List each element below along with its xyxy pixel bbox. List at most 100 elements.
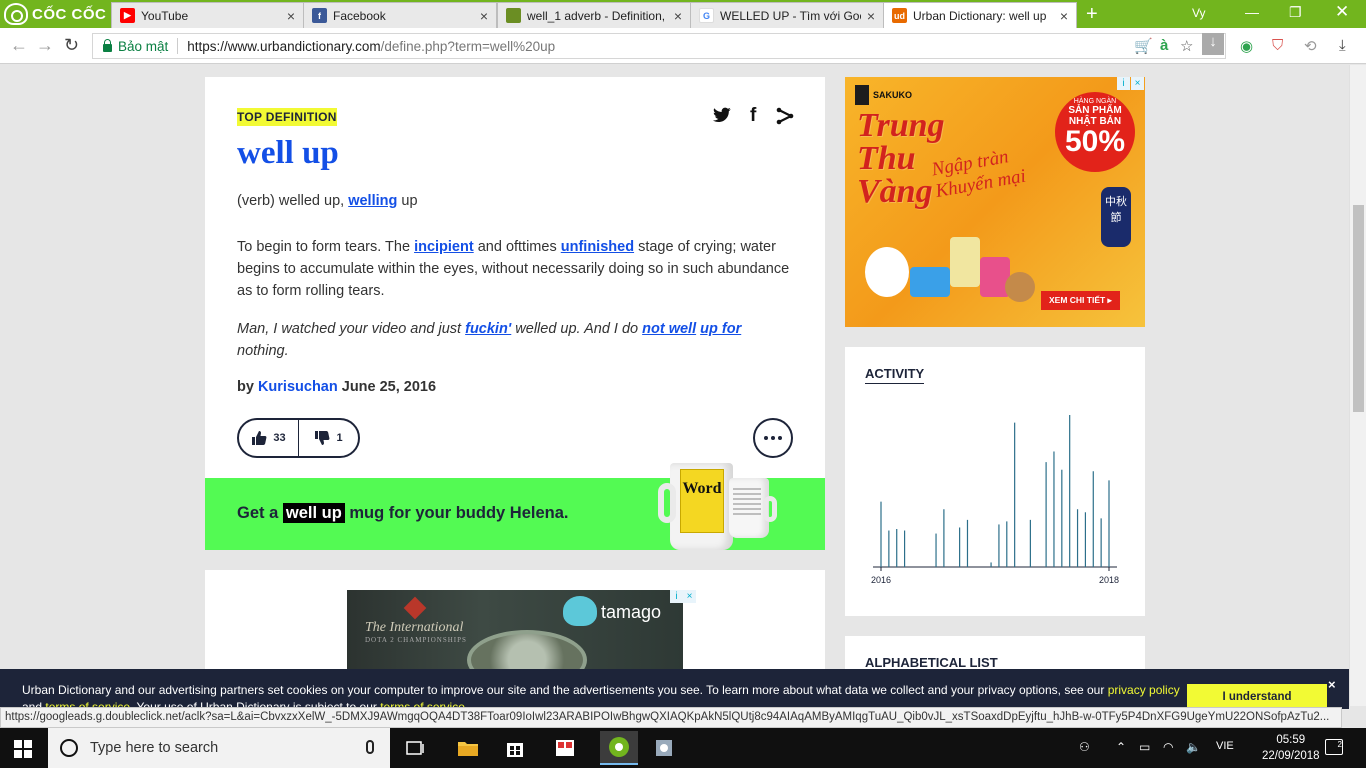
dota-ad-banner[interactable]: The International DOTA 2 CHAMPIONSHIPS t… (347, 590, 683, 690)
people-icon[interactable]: ⚇ (1079, 740, 1090, 754)
oxford-icon (506, 8, 521, 23)
action-center-button[interactable]: 2 (1325, 739, 1343, 755)
adblock-icon[interactable]: ⛉ (1272, 37, 1283, 54)
store-button[interactable] (501, 734, 529, 762)
coccoc-taskbar-button[interactable] (600, 731, 638, 765)
author-link[interactable]: Kurisuchan (258, 379, 338, 395)
bookmark-star-icon[interactable]: ☆ (1180, 37, 1193, 55)
mug-back-image[interactable] (729, 478, 777, 538)
reload-button[interactable]: ↻ (64, 35, 79, 56)
ad-close-icon[interactable]: × (1131, 77, 1144, 90)
toy-dog-image (1005, 272, 1035, 302)
link-fuckin[interactable]: fuckin' (465, 321, 511, 337)
extension-icon[interactable]: ◉ (1240, 37, 1253, 55)
more-dot (771, 436, 775, 440)
close-icon[interactable]: × (867, 8, 875, 24)
download-button[interactable]: ↓ (1202, 33, 1224, 55)
privacy-policy-link[interactable]: privacy policy (1108, 683, 1180, 697)
close-icon[interactable]: × (1060, 8, 1068, 24)
forward-button[interactable]: → (36, 35, 54, 56)
upvote-button[interactable]: 33 (239, 420, 298, 456)
address-bar[interactable]: Bảo mật https://www.urbandictionary.com … (92, 33, 1226, 59)
coccoc-logo[interactable]: CỐC CỐC (0, 0, 110, 28)
lock-icon (103, 39, 112, 52)
tab-google[interactable]: G WELLED UP - Tìm với Goog × (690, 2, 884, 28)
extension-icon[interactable]: ⟲ (1304, 37, 1317, 55)
start-button[interactable] (14, 740, 32, 758)
back-button[interactable]: ← (10, 35, 28, 56)
link-incipient[interactable]: incipient (414, 239, 474, 255)
clock[interactable]: 05:59 22/09/2018 (1262, 732, 1320, 764)
task-view-button[interactable] (402, 734, 430, 762)
close-icon[interactable]: × (674, 8, 682, 24)
microphone-icon[interactable] (366, 740, 374, 754)
tab-oxford[interactable]: well_1 adverb - Definition, × (497, 2, 691, 28)
ad-info-icon[interactable]: i (1117, 77, 1130, 90)
definition-date: June 25, 2016 (341, 379, 437, 395)
language-indicator[interactable]: VIE (1216, 740, 1234, 752)
alphabetical-list-title: ALPHABETICAL LIST (865, 655, 998, 670)
mug-image[interactable]: Word (658, 463, 733, 550)
restore-button[interactable]: ❐ (1289, 4, 1302, 21)
xem-chi-tiet-button[interactable]: XEM CHI TIẾT ▸ (1041, 291, 1120, 310)
ad-info-icon[interactable]: i (670, 590, 683, 603)
tab-label: Facebook (333, 8, 386, 23)
search-placeholder: Type here to search (90, 740, 219, 756)
ad-close-icon[interactable]: × (683, 590, 696, 603)
link-welling[interactable]: welling (348, 193, 397, 209)
close-window-button[interactable]: ✕ (1335, 2, 1349, 22)
wifi-icon[interactable]: ◠ (1163, 740, 1173, 754)
shopping-cart-icon[interactable]: 🛒 (1134, 37, 1153, 55)
app-button[interactable] (650, 734, 678, 762)
more-options-button[interactable] (753, 418, 793, 458)
share-icon[interactable] (776, 107, 794, 130)
tab-facebook[interactable]: f Facebook × (303, 2, 497, 28)
top-definition-label: TOP DEFINITION (237, 108, 337, 126)
app-button[interactable] (551, 734, 579, 762)
chevron-up-icon[interactable]: ⌃ (1116, 740, 1126, 754)
definition-word[interactable]: well up (237, 135, 339, 172)
close-icon[interactable]: × (480, 8, 488, 24)
translate-icon[interactable]: à (1160, 37, 1168, 54)
badge-percent: 50% (1064, 125, 1126, 158)
windows-logo-icon (14, 750, 22, 758)
brand-name: CỐC CỐC (32, 5, 107, 23)
battery-icon[interactable]: ▭ (1139, 740, 1150, 754)
tab-urban-dictionary[interactable]: ud Urban Dictionary: well up × (883, 2, 1077, 28)
close-icon[interactable]: × (287, 8, 295, 24)
new-tab-button[interactable]: + (1086, 3, 1098, 26)
link-status-bar: https://googleads.g.doubleclick.net/aclk… (0, 707, 1342, 728)
downloads-icon[interactable]: ⤓ (1339, 37, 1346, 54)
profile-button[interactable]: Vy (1192, 6, 1206, 20)
cookie-banner: Urban Dictionary and our advertising par… (0, 669, 1349, 709)
link-not-well[interactable]: not well (642, 321, 696, 337)
activity-chart: 2016 2018 (871, 415, 1119, 585)
badge-mid-text: SẢN PHẨM NHẬT BẢN (1068, 105, 1122, 127)
close-icon[interactable]: × (1328, 677, 1336, 692)
contributor: by Kurisuchan June 25, 2016 (237, 379, 436, 395)
minimize-button[interactable]: — (1245, 4, 1259, 20)
page-scrollbar[interactable] (1349, 65, 1366, 706)
security-indicator[interactable]: Bảo mật (93, 39, 168, 54)
link-up-for[interactable]: up for (700, 321, 741, 337)
i-understand-button[interactable]: I understand (1187, 684, 1327, 709)
link-unfinished[interactable]: unfinished (561, 239, 634, 255)
app-icon (556, 740, 574, 756)
volume-icon[interactable]: 🔈 (1186, 740, 1201, 754)
downvote-button[interactable]: 1 (298, 420, 358, 456)
sakuko-logo: SAKUKO (855, 83, 925, 107)
thumbs-up-icon (252, 431, 267, 445)
taskbar-search-box[interactable]: Type here to search (48, 728, 390, 768)
more-dot (764, 436, 768, 440)
twitter-icon[interactable] (713, 107, 731, 128)
mug-handle (763, 496, 777, 522)
tab-youtube[interactable]: ▶ YouTube × (111, 2, 304, 28)
scrollbar-thumb[interactable] (1353, 205, 1364, 412)
file-explorer-button[interactable] (454, 734, 482, 762)
windows-logo-icon (24, 740, 32, 748)
sakuko-ad-banner[interactable]: SAKUKO Trung Thu Vàng Ngập tràn Khuyến m… (845, 77, 1145, 327)
secure-label: Bảo mật (118, 38, 169, 54)
facebook-share-icon[interactable]: f (750, 105, 756, 127)
mug-promo-text: Get a well up mug for your buddy Helena. (237, 503, 569, 523)
mug-promo[interactable]: Get a well up mug for your buddy Helena.… (205, 463, 825, 550)
